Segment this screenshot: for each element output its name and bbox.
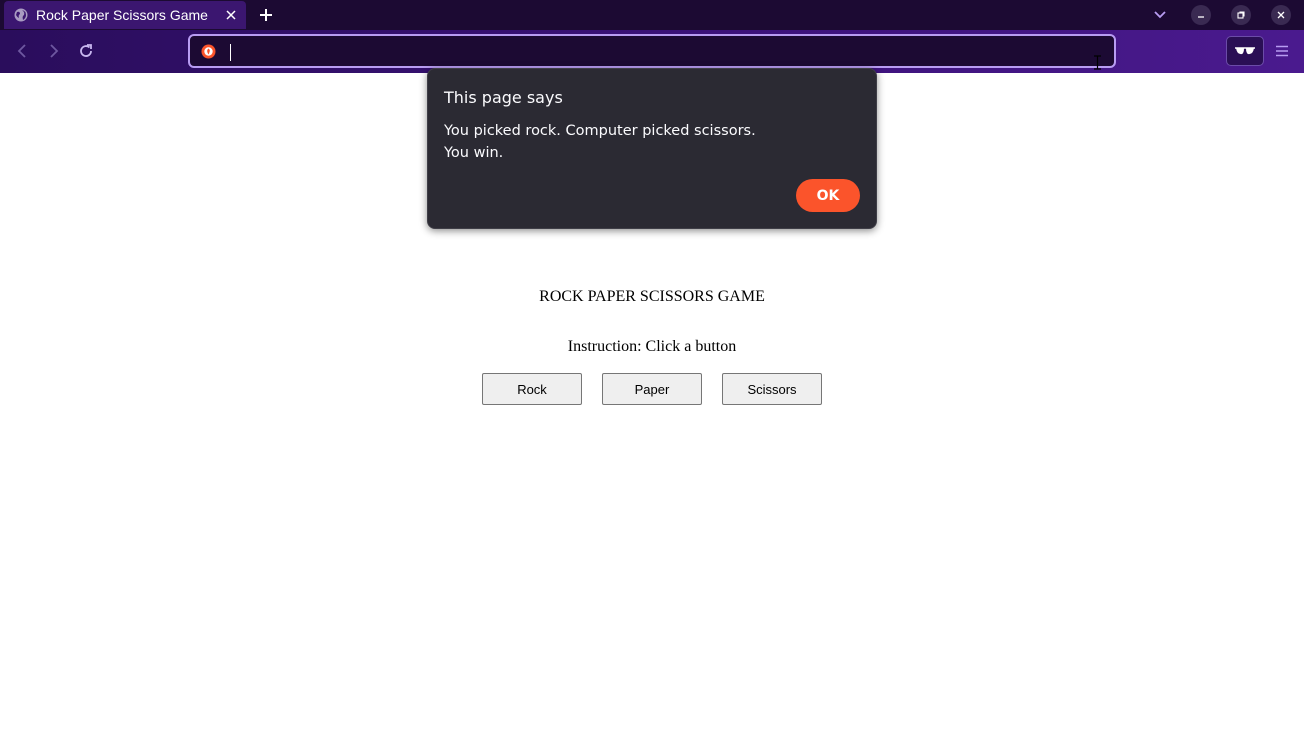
minimize-icon[interactable] <box>1191 5 1211 25</box>
alert-dialog: This page says You picked rock. Computer… <box>427 68 877 229</box>
forward-icon[interactable] <box>44 41 64 61</box>
back-icon[interactable] <box>12 41 32 61</box>
rock-button[interactable]: Rock <box>482 373 582 405</box>
restore-icon[interactable] <box>1231 5 1251 25</box>
address-bar[interactable] <box>188 34 1116 70</box>
scissors-button[interactable]: Scissors <box>722 373 822 405</box>
browser-tab[interactable]: Rock Paper Scissors Game <box>4 1 246 29</box>
instruction-text: Instruction: Click a button <box>567 338 737 355</box>
reload-icon[interactable] <box>76 41 96 61</box>
hamburger-menu-icon[interactable] <box>1272 42 1292 60</box>
close-tab-icon[interactable] <box>222 6 240 24</box>
brave-shield-icon[interactable] <box>201 44 216 59</box>
paper-button[interactable]: Paper <box>602 373 702 405</box>
mouse-cursor-icon <box>1093 55 1102 70</box>
ok-button[interactable]: OK <box>796 179 860 212</box>
globe-icon <box>14 8 28 22</box>
new-tab-icon[interactable] <box>256 5 276 25</box>
dialog-message-line: You picked rock. Computer picked scissor… <box>444 123 756 139</box>
reader-mode-icon[interactable] <box>1226 36 1264 66</box>
navigation-toolbar <box>0 30 1304 73</box>
chevron-down-icon[interactable] <box>1150 6 1170 24</box>
game-title: ROCK PAPER SCISSORS GAME <box>539 288 765 305</box>
url-input[interactable] <box>228 42 1088 62</box>
tab-bar: Rock Paper Scissors Game <box>0 0 1304 30</box>
dialog-title: This page says <box>444 88 563 107</box>
tab-title: Rock Paper Scissors Game <box>36 7 208 23</box>
text-caret <box>230 44 231 61</box>
close-window-icon[interactable] <box>1271 5 1291 25</box>
dialog-message-line: You win. <box>444 145 504 161</box>
dialog-message: You picked rock. Computer picked scissor… <box>444 120 756 164</box>
